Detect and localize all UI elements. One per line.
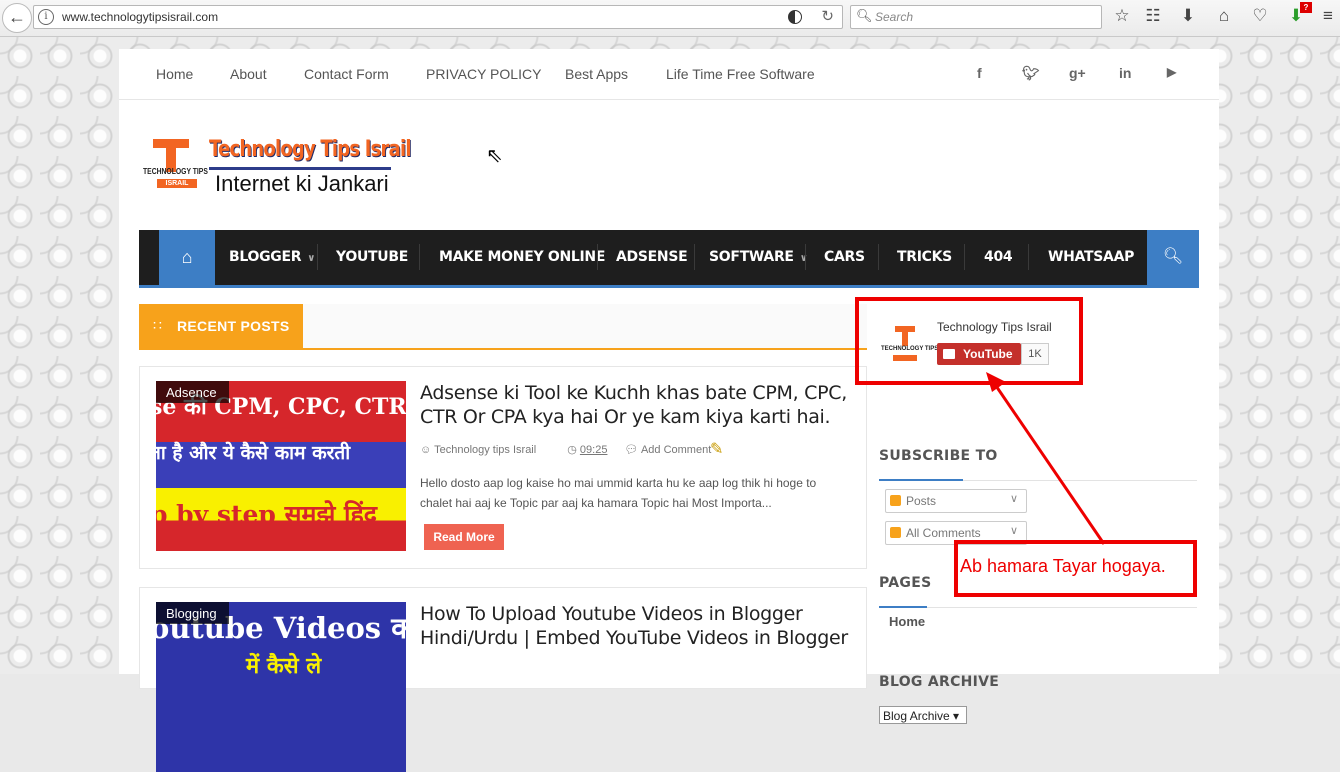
nav-youtube[interactable]: YOUTUBE <box>336 230 408 285</box>
google-plus-icon[interactable]: g+ <box>1069 65 1086 81</box>
linkedin-icon[interactable]: in <box>1119 65 1131 81</box>
read-more-button[interactable]: Read More <box>424 524 504 550</box>
notification-badge: ? <box>1300 2 1312 13</box>
downloads-icon[interactable]: ⬇ <box>1178 6 1198 26</box>
recent-posts-header: ∷ RECENT POSTS <box>139 304 867 350</box>
logo-name: Technology Tips Israil <box>209 137 412 162</box>
topnav-life-time-free-software[interactable]: Life Time Free Software <box>666 66 815 82</box>
annotation-note: Ab hamara Tayar hogaya. <box>960 556 1166 576</box>
blog-archive-select[interactable]: Blog Archive ▾ <box>879 706 967 724</box>
edit-pencil-icon[interactable]: ✎ <box>710 439 723 459</box>
facebook-icon[interactable]: f <box>977 65 982 81</box>
nav-blogger[interactable]: BLOGGER ∨ <box>229 230 315 285</box>
menu-icon[interactable]: ≡ <box>1318 6 1338 26</box>
reader-view-icon[interactable] <box>788 10 802 24</box>
category-label[interactable]: Adsence <box>156 381 229 403</box>
site-logo[interactable]: TECHNOLOGY TIPS ISRAIL Technology Tips I… <box>143 137 412 197</box>
back-button[interactable]: ← <box>2 3 32 33</box>
nav-make-money-online[interactable]: MAKE MONEY ONLINE <box>439 230 605 285</box>
chevron-down-icon: ∨ <box>1009 493 1018 505</box>
pages-heading: PAGES <box>879 575 932 591</box>
info-icon[interactable]: i <box>38 9 54 25</box>
nav-software[interactable]: SOFTWARE ∨ <box>709 230 808 285</box>
annotation-box-youtube <box>855 297 1083 385</box>
post-title[interactable]: How To Upload Youtube Videos in Blogger … <box>420 602 850 650</box>
top-navigation: Home About Contact Form PRIVACY POLICY B… <box>119 49 1219 100</box>
mouse-cursor-icon: ⇖ <box>486 145 503 167</box>
youtube-icon[interactable]: ▶ <box>1167 65 1176 79</box>
nav-whatsaap[interactable]: WHATSAAP <box>1048 230 1134 285</box>
main-navigation: ⌂ BLOGGER ∨ YOUTUBE MAKE MONEY ONLINE ADS… <box>139 230 1199 288</box>
logo-tagline: Internet ki Jankari <box>215 171 389 196</box>
post-thumbnail[interactable]: se की CPM, CPC, CTR और ता है और ये कैसे … <box>156 381 406 551</box>
logo-mark: TECHNOLOGY TIPS ISRAIL <box>143 139 211 191</box>
rss-icon <box>890 495 901 506</box>
post-author[interactable]: ☺︎ Technology tips Israil <box>420 444 550 456</box>
topnav-best-apps[interactable]: Best Apps <box>565 66 628 82</box>
topnav-about[interactable]: About <box>230 66 267 82</box>
reload-icon[interactable]: ↻ <box>821 7 834 25</box>
topnav-contact-form[interactable]: Contact Form <box>304 66 389 82</box>
nav-search-icon[interactable]: 🔍︎ <box>1147 230 1199 285</box>
topnav-home[interactable]: Home <box>156 66 193 82</box>
topnav-privacy-policy[interactable]: PRIVACY POLICY <box>426 66 541 82</box>
nav-home-icon[interactable]: ⌂ <box>159 230 215 285</box>
bookmark-star-icon[interactable]: ☆ <box>1112 6 1132 26</box>
rss-icon: ∷ <box>153 317 162 333</box>
post-excerpt: Hello dosto aap log kaise ho mai ummid k… <box>420 476 817 510</box>
category-label[interactable]: Blogging <box>156 602 229 624</box>
pocket-icon[interactable]: ♡ <box>1250 6 1270 26</box>
post-time: ◷ 09:25 <box>567 444 608 456</box>
pages-home-link[interactable]: Home <box>889 614 925 629</box>
post-title[interactable]: Adsense ki Tool ke Kuchh khas bate CPM, … <box>420 381 860 429</box>
subscribe-heading: SUBSCRIBE TO <box>879 448 998 464</box>
nav-cars[interactable]: CARS <box>824 230 865 285</box>
nav-adsense[interactable]: ADSENSE <box>616 230 688 285</box>
url-text[interactable]: www.technologytipsisrail.com <box>62 10 218 24</box>
nav-404[interactable]: 404 <box>984 230 1013 285</box>
feed-posts-dropdown[interactable]: Posts ∨ <box>885 489 1027 513</box>
bookmarks-list-icon[interactable]: ☷ <box>1143 6 1163 26</box>
chevron-down-icon: ∨ <box>307 253 316 264</box>
chevron-down-icon: ∨ <box>799 253 808 264</box>
nav-tricks[interactable]: TRICKS <box>897 230 952 285</box>
search-placeholder: Search <box>875 10 914 24</box>
rss-icon <box>890 527 901 538</box>
annotation-note-box: Ab hamara Tayar hogaya. <box>954 540 1197 597</box>
recent-posts-title: RECENT POSTS <box>177 318 290 334</box>
archive-heading: BLOG ARCHIVE <box>879 674 1000 690</box>
post-card: se की CPM, CPC, CTR और ता है और ये कैसे … <box>139 366 867 569</box>
chevron-down-icon: ∨ <box>1009 525 1018 537</box>
address-bar[interactable]: i www.technologytipsisrail.com ↻ <box>33 5 843 29</box>
home-icon[interactable]: ⌂ <box>1214 6 1234 26</box>
search-icon: 🔍︎ <box>856 8 873 23</box>
post-thumbnail[interactable]: outube Videos क में कैसे ले Blogging <box>156 602 406 772</box>
search-input[interactable]: 🔍︎ Search <box>850 5 1102 29</box>
browser-toolbar: ← i www.technologytipsisrail.com ↻ 🔍︎ Se… <box>0 0 1340 37</box>
post-meta: ☺︎ Technology tips Israil ◷ 09:25 💬︎ Add… <box>420 443 739 456</box>
twitter-icon[interactable]: 🐦︎ <box>1022 65 1040 82</box>
